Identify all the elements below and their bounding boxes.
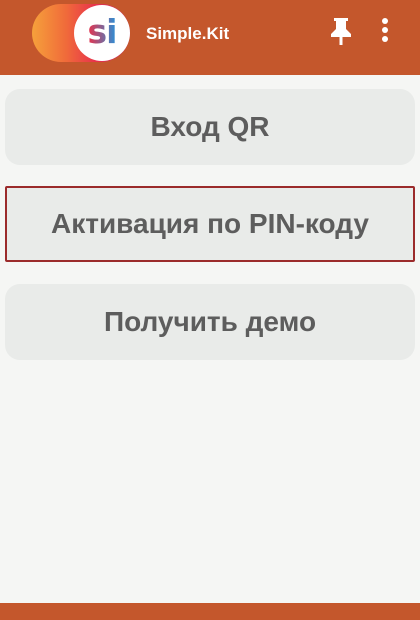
qr-login-label: Вход QR	[150, 111, 270, 142]
pin-activation-label: Активация по PIN-коду	[51, 208, 369, 239]
logo-text: si	[87, 12, 118, 51]
app-title: Simple.Kit	[146, 24, 230, 43]
bottom-bar	[0, 603, 420, 620]
pin-icon[interactable]	[327, 16, 355, 46]
get-demo-label: Получить демо	[103, 306, 317, 337]
app-logo: si	[32, 4, 130, 62]
logo-circle: si	[74, 5, 130, 61]
pin-activation-button[interactable]: Активация по PIN-коду	[5, 186, 415, 262]
get-demo-button[interactable]: Получить демо	[5, 284, 415, 360]
app-bar: si Simple.Kit	[0, 0, 420, 75]
qr-login-button[interactable]: Вход QR	[5, 89, 415, 165]
more-vert-icon[interactable]	[378, 16, 392, 46]
